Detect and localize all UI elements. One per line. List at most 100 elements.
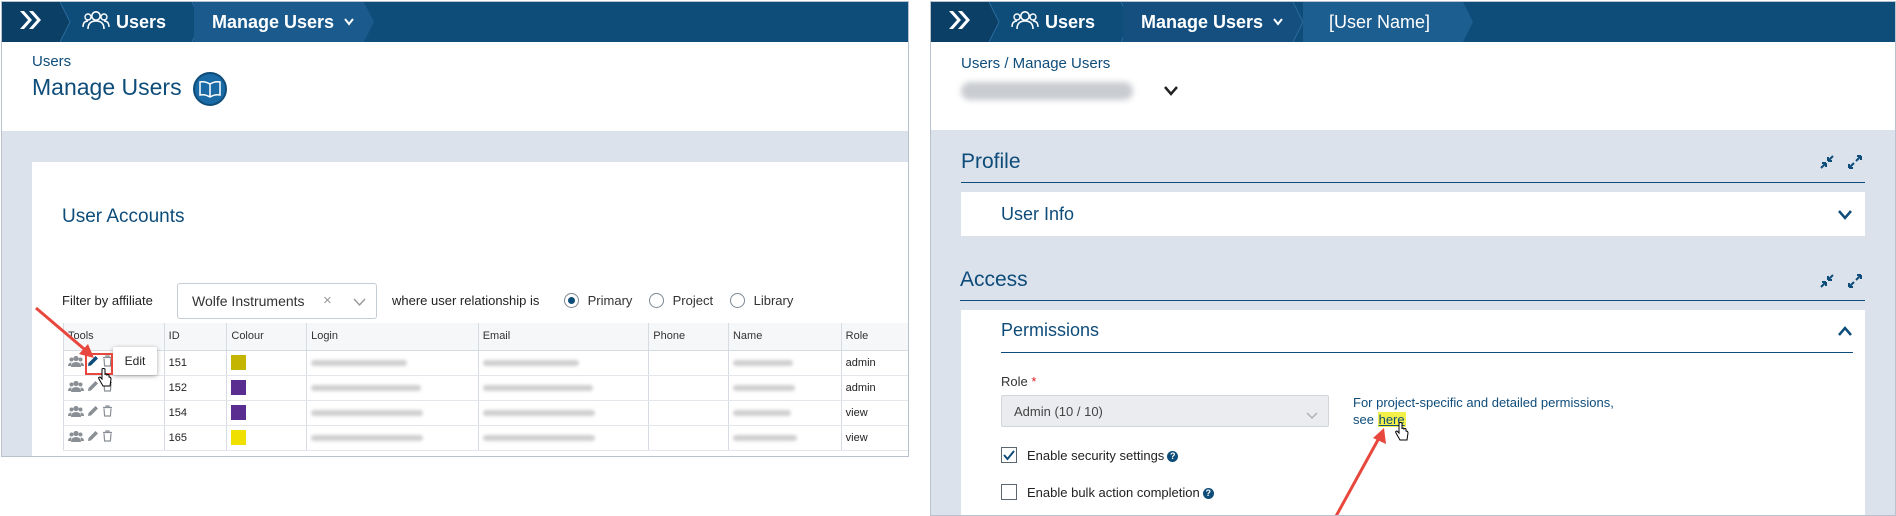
breadcrumb[interactable]: Users <box>32 53 71 70</box>
column-header-id[interactable]: ID <box>163 323 227 351</box>
nav-home[interactable] <box>931 2 989 42</box>
email-cell <box>477 350 649 376</box>
chevron-down-icon <box>344 15 354 29</box>
breadcrumb[interactable]: Users / Manage Users <box>961 55 1110 72</box>
role-label: Role * <box>1001 374 1037 389</box>
users-group-icon <box>1011 10 1039 35</box>
tools-cell <box>63 425 165 451</box>
permissions-panel: Permissions Role * Admin (10 / 10) For p… <box>961 310 1865 515</box>
help-icon[interactable]: ? <box>1202 488 1214 499</box>
access-section-header: Access <box>960 261 1865 301</box>
id-cell: 154 <box>163 400 227 426</box>
trash-icon[interactable] <box>102 430 113 445</box>
help-icon[interactable]: ? <box>1167 451 1179 462</box>
name-cell <box>727 375 842 401</box>
tools-cell <box>63 375 165 401</box>
double-chevron-icon <box>18 9 44 36</box>
id-cell: 152 <box>163 375 227 401</box>
login-cell <box>306 425 479 451</box>
nav-manage-users[interactable]: Manage Users <box>1123 2 1293 42</box>
table-row[interactable]: 151 admin <box>63 350 908 376</box>
nav-bar: Users Manage Users <box>2 2 908 42</box>
nav-manage-users[interactable]: Manage Users <box>194 2 364 42</box>
table-header-row: Tools ID Colour Login Email Phone Name R… <box>63 323 908 351</box>
user-detail-panel: Users Manage Users [User Name] Users / M… <box>930 1 1896 516</box>
column-header-login[interactable]: Login <box>306 323 479 351</box>
collapse-icon[interactable] <box>1819 273 1835 294</box>
radio-primary[interactable]: Primary <box>564 292 632 309</box>
table-row[interactable]: 152 admin <box>63 375 908 401</box>
id-cell: 165 <box>163 425 227 451</box>
login-cell <box>306 400 479 426</box>
column-header-colour[interactable]: Colour <box>226 323 307 351</box>
nav-users[interactable]: Users <box>82 2 192 42</box>
user-info-title: User Info <box>1001 204 1075 224</box>
users-group-icon[interactable] <box>68 430 84 445</box>
radio-button[interactable] <box>730 293 745 309</box>
security-checkbox[interactable] <box>1001 447 1017 463</box>
users-group-icon[interactable] <box>68 380 84 395</box>
bulk-checkbox[interactable] <box>1001 484 1017 500</box>
nav-bar: Users Manage Users [User Name] <box>931 2 1895 42</box>
book-help-icon[interactable] <box>193 72 227 106</box>
relationship-label: where user relationship is <box>392 293 540 308</box>
radio-button[interactable] <box>649 293 664 309</box>
edit-pencil-icon[interactable] <box>87 405 99 420</box>
phone-cell <box>648 375 729 401</box>
role-cell: view <box>840 400 908 426</box>
email-cell <box>477 425 649 451</box>
nav-home[interactable] <box>2 2 60 42</box>
column-header-phone[interactable]: Phone <box>648 323 729 351</box>
edit-pencil-icon[interactable] <box>87 430 99 445</box>
chevron-down-icon[interactable] <box>1163 84 1179 102</box>
column-header-name[interactable]: Name <box>727 323 842 351</box>
table-row[interactable]: 165 view <box>63 425 908 451</box>
colour-cell <box>226 375 307 401</box>
phone-cell <box>648 350 729 376</box>
expand-icon[interactable] <box>1847 154 1863 175</box>
radio-library[interactable]: Library <box>730 292 793 309</box>
chevron-down-icon[interactable] <box>1306 407 1318 425</box>
nav-users-label: Users <box>116 11 167 32</box>
colour-swatch <box>231 380 247 395</box>
name-cell <box>727 425 842 451</box>
phone-cell <box>648 425 729 451</box>
chevron-up-icon[interactable] <box>1837 324 1853 342</box>
colour-cell <box>226 350 307 376</box>
nav-users[interactable]: Users <box>1011 2 1121 42</box>
role-cell: view <box>840 425 908 451</box>
nav-separator <box>1463 2 1483 42</box>
radio-button-selected[interactable] <box>564 293 579 309</box>
table-row[interactable]: 154 view <box>63 400 908 426</box>
chevron-down-icon[interactable] <box>353 294 366 312</box>
email-cell <box>477 400 649 426</box>
colour-swatch <box>231 405 247 420</box>
user-info-panel[interactable]: User Info <box>961 192 1865 236</box>
users-group-icon <box>82 10 110 35</box>
column-header-email[interactable]: Email <box>477 323 649 351</box>
access-title: Access <box>960 268 1028 291</box>
collapse-icon[interactable] <box>1819 154 1835 175</box>
nav-user-name[interactable]: [User Name] <box>1303 2 1463 42</box>
nav-separator <box>989 2 1009 42</box>
colour-swatch <box>231 430 247 445</box>
check-icon <box>1003 450 1015 461</box>
colour-swatch <box>231 355 247 370</box>
affiliate-select[interactable]: Wolfe Instruments × <box>177 283 377 319</box>
profile-title: Profile <box>961 150 1021 173</box>
nav-users-label: Users <box>1045 11 1096 32</box>
clear-icon[interactable]: × <box>323 292 332 309</box>
section-title: User Accounts <box>62 206 185 227</box>
users-group-icon[interactable] <box>68 405 84 420</box>
column-header-role[interactable]: Role <box>840 323 908 351</box>
user-name-blurred <box>961 82 1133 100</box>
role-select[interactable]: Admin (10 / 10) <box>1001 395 1329 427</box>
edit-tooltip: Edit <box>113 347 157 375</box>
chevron-down-icon[interactable] <box>1837 208 1853 226</box>
permissions-title: Permissions <box>1001 320 1100 340</box>
expand-icon[interactable] <box>1847 273 1863 294</box>
security-checkbox-label: Enable security settings? <box>1027 448 1179 463</box>
bulk-checkbox-label: Enable bulk action completion? <box>1027 485 1214 500</box>
trash-icon[interactable] <box>102 405 113 420</box>
radio-project[interactable]: Project <box>649 292 713 309</box>
